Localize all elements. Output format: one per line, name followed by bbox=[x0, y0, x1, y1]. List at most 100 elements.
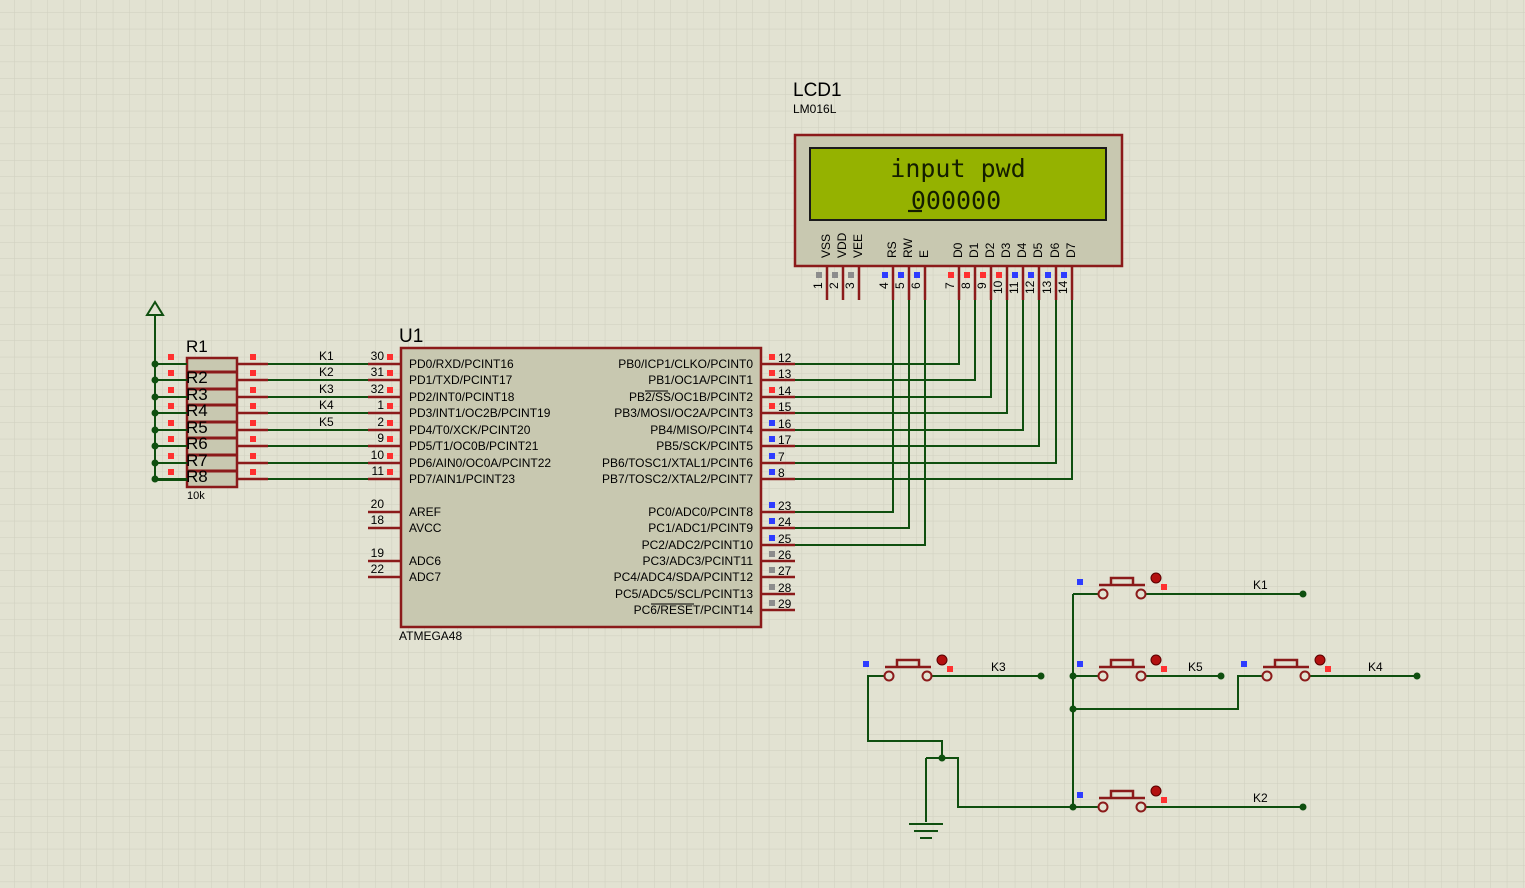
lcd-pin-number: 13 bbox=[1040, 280, 1054, 294]
lcd-pin-number: 2 bbox=[827, 282, 841, 289]
mcu-right-pin-marker bbox=[769, 436, 775, 442]
mcu-left-pin-name: ADC6 bbox=[409, 554, 441, 568]
mcu-right-pin-name: PC1/ADC1/PCINT9 bbox=[648, 521, 753, 535]
lcd-pin-number: 3 bbox=[843, 282, 857, 289]
mcu-right-pin-name: PB6/TOSC1/XTAL1/PCINT6 bbox=[602, 456, 753, 470]
mcu-right-pin-name: PB0/ICP1/CLKO/PCINT0 bbox=[618, 357, 753, 371]
net-label-left: K3 bbox=[319, 382, 334, 396]
mcu-right-pin-number: 23 bbox=[778, 499, 792, 513]
button-net-label: K2 bbox=[1253, 791, 1268, 805]
mcu-right-pin-marker bbox=[769, 354, 775, 360]
lcd-pin-number: 6 bbox=[909, 282, 923, 289]
net-end-dot bbox=[1299, 590, 1307, 598]
mcu-right-pin-marker bbox=[769, 567, 775, 573]
mcu-right-pin-name: PC3/ADC3/PCINT11 bbox=[643, 554, 754, 568]
schematic-canvas[interactable]: LCD1 LM016L input pwd 000000 VSS 1 VDD 2 VEE… bbox=[0, 0, 1525, 888]
mcu-left-pin-number: 20 bbox=[371, 497, 385, 511]
resistor-pin-marker-right bbox=[250, 370, 256, 376]
mcu-right-pin-marker bbox=[769, 370, 775, 376]
net-labels-left: K1 K2 K3 K4 K5 bbox=[319, 349, 334, 429]
mcu-right-pin-name: PC0/ADC0/PCINT8 bbox=[648, 505, 753, 519]
junction-dot bbox=[938, 754, 946, 762]
lcd-pin-marker bbox=[832, 272, 838, 278]
button-pin-marker-left bbox=[1241, 661, 1247, 667]
mcu-right-pin-number: 12 bbox=[778, 351, 792, 365]
mcu-left-pin-marker bbox=[387, 469, 393, 475]
button-pin-marker-left bbox=[1077, 792, 1083, 798]
mcu-right-pin-name: PC4/ADC4/SDA/PCINT12 bbox=[614, 570, 754, 584]
mcu-left-pin-number: 9 bbox=[377, 431, 384, 445]
mcu-left-pin-name: PD2/INT0/PCINT18 bbox=[409, 390, 515, 404]
button-state-indicator bbox=[936, 654, 948, 666]
lcd-pin-marker bbox=[980, 272, 986, 278]
lcd-pin-marker bbox=[948, 272, 954, 278]
button-pin-marker-right bbox=[1161, 666, 1167, 672]
resistor-pack-value: 10k bbox=[187, 490, 205, 502]
lcd-pin-name: D2 bbox=[983, 242, 997, 258]
mcu-left-pin-name: PD7/AIN1/PCINT23 bbox=[409, 472, 515, 486]
button-pin-marker-right bbox=[1161, 797, 1167, 803]
lcd-pin-name: RW bbox=[901, 238, 915, 258]
mcu-left-pin-name: PD0/RXD/PCINT16 bbox=[409, 357, 514, 371]
mcu-left-pin-number: 1 bbox=[377, 398, 384, 412]
lcd-pin-marker bbox=[1061, 272, 1067, 278]
mcu-left-pin-name: PD3/INT1/OC2B/PCINT19 bbox=[409, 406, 551, 420]
mcu-right-pin-marker bbox=[769, 420, 775, 426]
mcu-right-pin-marker bbox=[769, 551, 775, 557]
mcu-left-pin-name: AVCC bbox=[409, 521, 442, 535]
mcu-component[interactable]: U1 ATMEGA48 30 PD0/RXD/PCINT16 31 PD1/TXD/P… bbox=[368, 326, 795, 643]
lcd-pin-marker bbox=[996, 272, 1002, 278]
mcu-left-pin-number: 11 bbox=[372, 464, 385, 478]
button-pin-marker-left bbox=[1077, 579, 1083, 585]
mcu-left-pin-marker bbox=[387, 354, 393, 360]
lcd-pin-marker bbox=[1028, 272, 1034, 278]
mcu-right-pin-name: PB3/MOSI/OC2A/PCINT3 bbox=[614, 406, 753, 420]
mcu-right-pin-marker bbox=[769, 600, 775, 606]
lcd-pin-number: 7 bbox=[943, 282, 957, 289]
mcu-right-pin-name: PB5/SCK/PCINT5 bbox=[656, 439, 753, 453]
resistor-ref-label: R1 bbox=[186, 337, 208, 356]
lcd-pin-name: D6 bbox=[1048, 242, 1062, 258]
mcu-right-pin-name: PC2/ADC2/PCINT10 bbox=[642, 538, 754, 552]
button-net-label: K1 bbox=[1253, 578, 1268, 592]
resistor-pin-marker-right bbox=[250, 453, 256, 459]
lcd-ref-label: LCD1 bbox=[793, 80, 842, 101]
lcd-pin-marker bbox=[1045, 272, 1051, 278]
lcd-pin-marker bbox=[1012, 272, 1018, 278]
mcu-left-pin-name: PD1/TXD/PCINT17 bbox=[409, 373, 513, 387]
mcu-right-pin-name: PC5/ADC5/SCL/PCINT13 bbox=[615, 587, 753, 601]
resistor-pin-marker-right bbox=[250, 354, 256, 360]
net-end-dot bbox=[1217, 672, 1225, 680]
net-label-left: K1 bbox=[319, 349, 334, 363]
lcd-pin-name: D3 bbox=[999, 242, 1013, 258]
mcu-right-pin-number: 29 bbox=[778, 597, 792, 611]
button-pin-marker-right bbox=[947, 666, 953, 672]
button-pin-marker-left bbox=[1077, 661, 1083, 667]
junction-dot bbox=[1069, 672, 1077, 680]
lcd-pin-marker bbox=[898, 272, 904, 278]
mcu-right-pin-marker bbox=[769, 518, 775, 524]
resistor-pin-marker-left bbox=[168, 370, 174, 376]
button-pin-marker-left bbox=[863, 661, 869, 667]
lcd-pin-number: 9 bbox=[975, 282, 989, 289]
button-state-indicator bbox=[1150, 654, 1162, 666]
lcd-part-label: LM016L bbox=[793, 102, 837, 116]
button-state-indicator bbox=[1150, 572, 1162, 584]
mcu-right-pin-number: 14 bbox=[778, 384, 792, 398]
mcu-right-pin-marker bbox=[769, 469, 775, 475]
mcu-left-pin-number: 19 bbox=[371, 546, 385, 560]
mcu-right-pin-marker bbox=[769, 387, 775, 393]
lcd-pin-marker bbox=[964, 272, 970, 278]
button-pin-marker-right bbox=[1325, 666, 1331, 672]
mcu-ref-label: U1 bbox=[399, 326, 423, 347]
button-state-indicator bbox=[1150, 785, 1162, 797]
mcu-right-pin-marker bbox=[769, 584, 775, 590]
resistor-pin-marker-left bbox=[168, 387, 174, 393]
mcu-right-pin-number: 13 bbox=[778, 367, 792, 381]
mcu-right-pin-name: PB7/TOSC2/XTAL2/PCINT7 bbox=[602, 472, 753, 486]
resistor-ref-label: R8 bbox=[186, 467, 208, 486]
lcd-pin-name: VSS bbox=[819, 234, 833, 258]
mcu-left-pin-marker bbox=[387, 420, 393, 426]
lcd-pin-name: D1 bbox=[967, 242, 981, 258]
resistor-pin-marker-left bbox=[168, 403, 174, 409]
